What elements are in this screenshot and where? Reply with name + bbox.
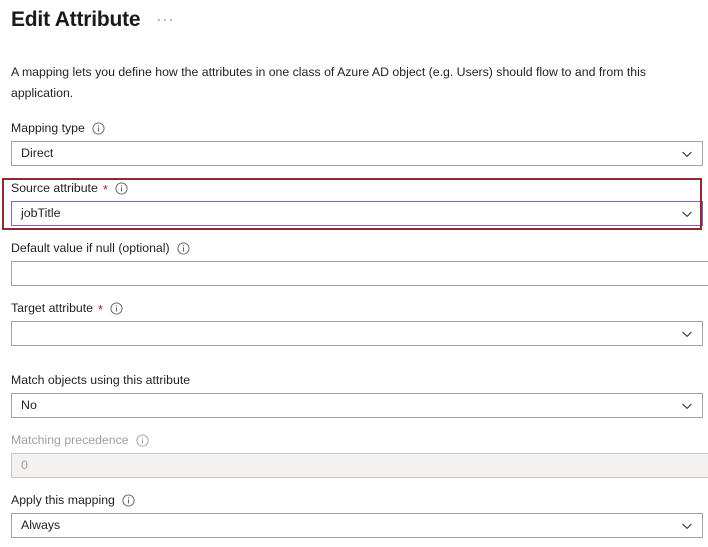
select-target-attribute[interactable] bbox=[11, 321, 703, 346]
label-text: Apply this mapping bbox=[11, 492, 115, 507]
label-default-value: Default value if null (optional) bbox=[11, 238, 708, 258]
info-icon[interactable] bbox=[122, 493, 135, 507]
field-default-value: Default value if null (optional) bbox=[0, 238, 708, 286]
chevron-down-icon bbox=[681, 328, 693, 340]
info-icon[interactable] bbox=[177, 241, 190, 255]
chevron-down-icon bbox=[681, 208, 693, 220]
label-target-attribute: Target attribute * bbox=[11, 298, 703, 318]
select-value: jobTitle bbox=[21, 206, 61, 220]
field-matching-precedence: Matching precedence 0 bbox=[0, 430, 708, 478]
label-text: Mapping type bbox=[11, 120, 85, 135]
label-text: Source attribute bbox=[11, 180, 98, 195]
select-value: No bbox=[21, 398, 37, 412]
label-mapping-type: Mapping type bbox=[11, 118, 703, 138]
info-icon[interactable] bbox=[136, 433, 149, 447]
info-icon[interactable] bbox=[115, 181, 128, 195]
label-source-attribute: Source attribute * bbox=[11, 178, 703, 198]
select-source-attribute[interactable]: jobTitle bbox=[11, 201, 703, 226]
more-options-icon[interactable]: ··· bbox=[156, 6, 174, 34]
select-match-objects[interactable]: No bbox=[11, 393, 703, 418]
chevron-down-icon bbox=[681, 520, 693, 532]
required-indicator: * bbox=[98, 301, 104, 317]
label-match-objects: Match objects using this attribute bbox=[11, 370, 703, 390]
select-value: Direct bbox=[21, 146, 54, 160]
label-apply-mapping: Apply this mapping bbox=[11, 490, 703, 510]
chevron-down-icon bbox=[681, 400, 693, 412]
label-text: Default value if null (optional) bbox=[11, 240, 170, 255]
field-target-attribute: Target attribute * bbox=[0, 298, 703, 346]
input-matching-precedence: 0 bbox=[11, 453, 708, 478]
field-source-attribute: Source attribute * jobTitle bbox=[0, 178, 703, 226]
label-matching-precedence: Matching precedence bbox=[11, 430, 708, 450]
info-icon[interactable] bbox=[92, 121, 105, 135]
pane-description: A mapping lets you define how the attrib… bbox=[11, 65, 646, 100]
label-text: Match objects using this attribute bbox=[11, 372, 191, 387]
select-apply-mapping[interactable]: Always bbox=[11, 513, 703, 538]
page-title: Edit Attribute bbox=[11, 8, 141, 31]
select-value: Always bbox=[21, 518, 61, 532]
field-match-objects: Match objects using this attribute No bbox=[0, 370, 703, 418]
label-text: Matching precedence bbox=[11, 432, 129, 447]
field-apply-mapping: Apply this mapping Always bbox=[0, 490, 703, 538]
input-value: 0 bbox=[21, 458, 28, 472]
required-indicator: * bbox=[102, 181, 108, 197]
select-mapping-type[interactable]: Direct bbox=[11, 141, 703, 166]
chevron-down-icon bbox=[681, 148, 693, 160]
input-default-value[interactable] bbox=[11, 261, 708, 286]
label-text: Target attribute bbox=[11, 300, 94, 315]
field-mapping-type: Mapping type Direct bbox=[0, 118, 703, 166]
pane-header: Edit Attribute ··· bbox=[0, 0, 708, 36]
info-icon[interactable] bbox=[110, 301, 123, 315]
edit-attribute-pane: Edit Attribute ··· A mapping lets you de… bbox=[0, 0, 708, 547]
